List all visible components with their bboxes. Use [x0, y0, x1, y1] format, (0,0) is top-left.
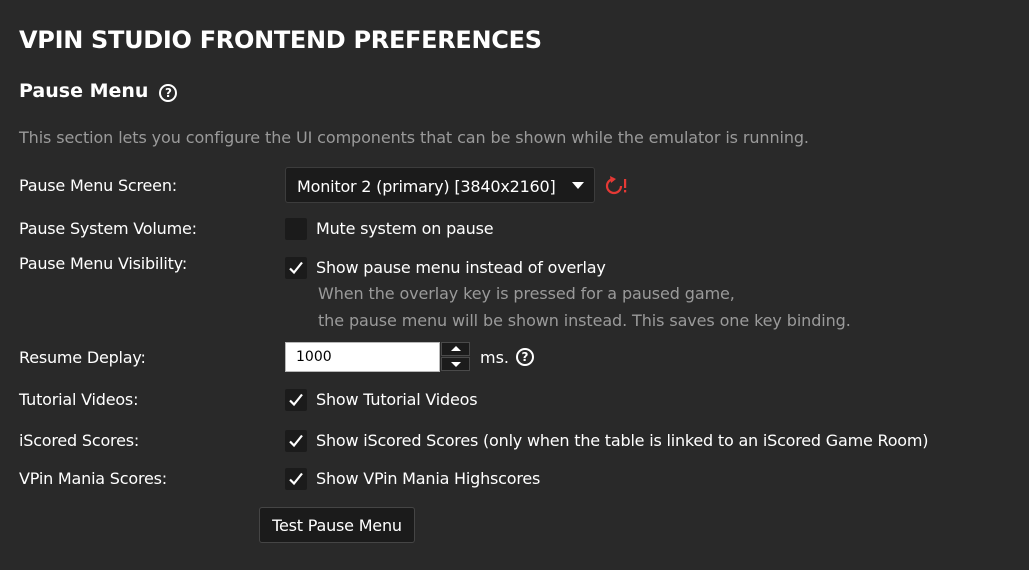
- resume-delay-unit: ms.: [480, 348, 510, 367]
- preferences-page: VPIN STUDIO FRONTEND PREFERENCES Pause M…: [0, 0, 1029, 570]
- check-icon: [289, 434, 303, 448]
- help-icon[interactable]: ?: [159, 83, 178, 102]
- tutorial-label: Tutorial Videos:: [19, 390, 139, 409]
- tutorial-checkbox[interactable]: [285, 389, 307, 411]
- volume-label: Pause System Volume:: [19, 219, 197, 238]
- test-pause-menu-button[interactable]: Test Pause Menu: [259, 507, 415, 543]
- section-title: Pause Menu: [19, 80, 149, 102]
- iscored-checkbox[interactable]: [285, 430, 307, 452]
- iscored-label: iScored Scores:: [19, 431, 140, 450]
- chevron-up-icon: [451, 346, 461, 351]
- check-icon: [289, 261, 303, 275]
- decrement-button[interactable]: [441, 357, 470, 371]
- screen-label: Pause Menu Screen:: [19, 176, 177, 195]
- reset-icon[interactable]: [604, 175, 628, 197]
- visibility-hint-line1: When the overlay key is pressed for a pa…: [318, 284, 735, 303]
- screen-select-value: Monitor 2 (primary) [3840x2160]: [297, 177, 556, 196]
- tutorial-checkbox-label[interactable]: Show Tutorial Videos: [316, 390, 478, 409]
- check-icon: [289, 472, 303, 486]
- mute-checkbox-label[interactable]: Mute system on pause: [316, 219, 494, 238]
- screen-select[interactable]: Monitor 2 (primary) [3840x2160]: [285, 167, 595, 203]
- increment-button[interactable]: [441, 342, 470, 356]
- section-description: This section lets you configure the UI c…: [19, 128, 809, 147]
- help-icon[interactable]: ?: [516, 348, 534, 366]
- resume-delay-input[interactable]: [285, 342, 440, 372]
- visibility-label: Pause Menu Visibility:: [19, 254, 188, 273]
- resume-delay-label: Resume Deplay:: [19, 348, 146, 367]
- chevron-down-icon: [451, 362, 461, 367]
- visibility-checkbox[interactable]: [285, 257, 307, 279]
- iscored-checkbox-label[interactable]: Show iScored Scores (only when the table…: [316, 431, 929, 450]
- vpinmania-checkbox[interactable]: [285, 468, 307, 490]
- visibility-checkbox-label[interactable]: Show pause menu instead of overlay: [316, 258, 606, 277]
- section-header: Pause Menu ?: [19, 80, 178, 102]
- chevron-down-icon: [572, 182, 584, 189]
- visibility-hint-line2: the pause menu will be shown instead. Th…: [318, 311, 851, 330]
- vpinmania-label: VPin Mania Scores:: [19, 469, 167, 488]
- check-icon: [289, 393, 303, 407]
- mute-checkbox[interactable]: [285, 218, 307, 240]
- vpinmania-checkbox-label[interactable]: Show VPin Mania Highscores: [316, 469, 540, 488]
- page-title: VPIN STUDIO FRONTEND PREFERENCES: [19, 26, 542, 54]
